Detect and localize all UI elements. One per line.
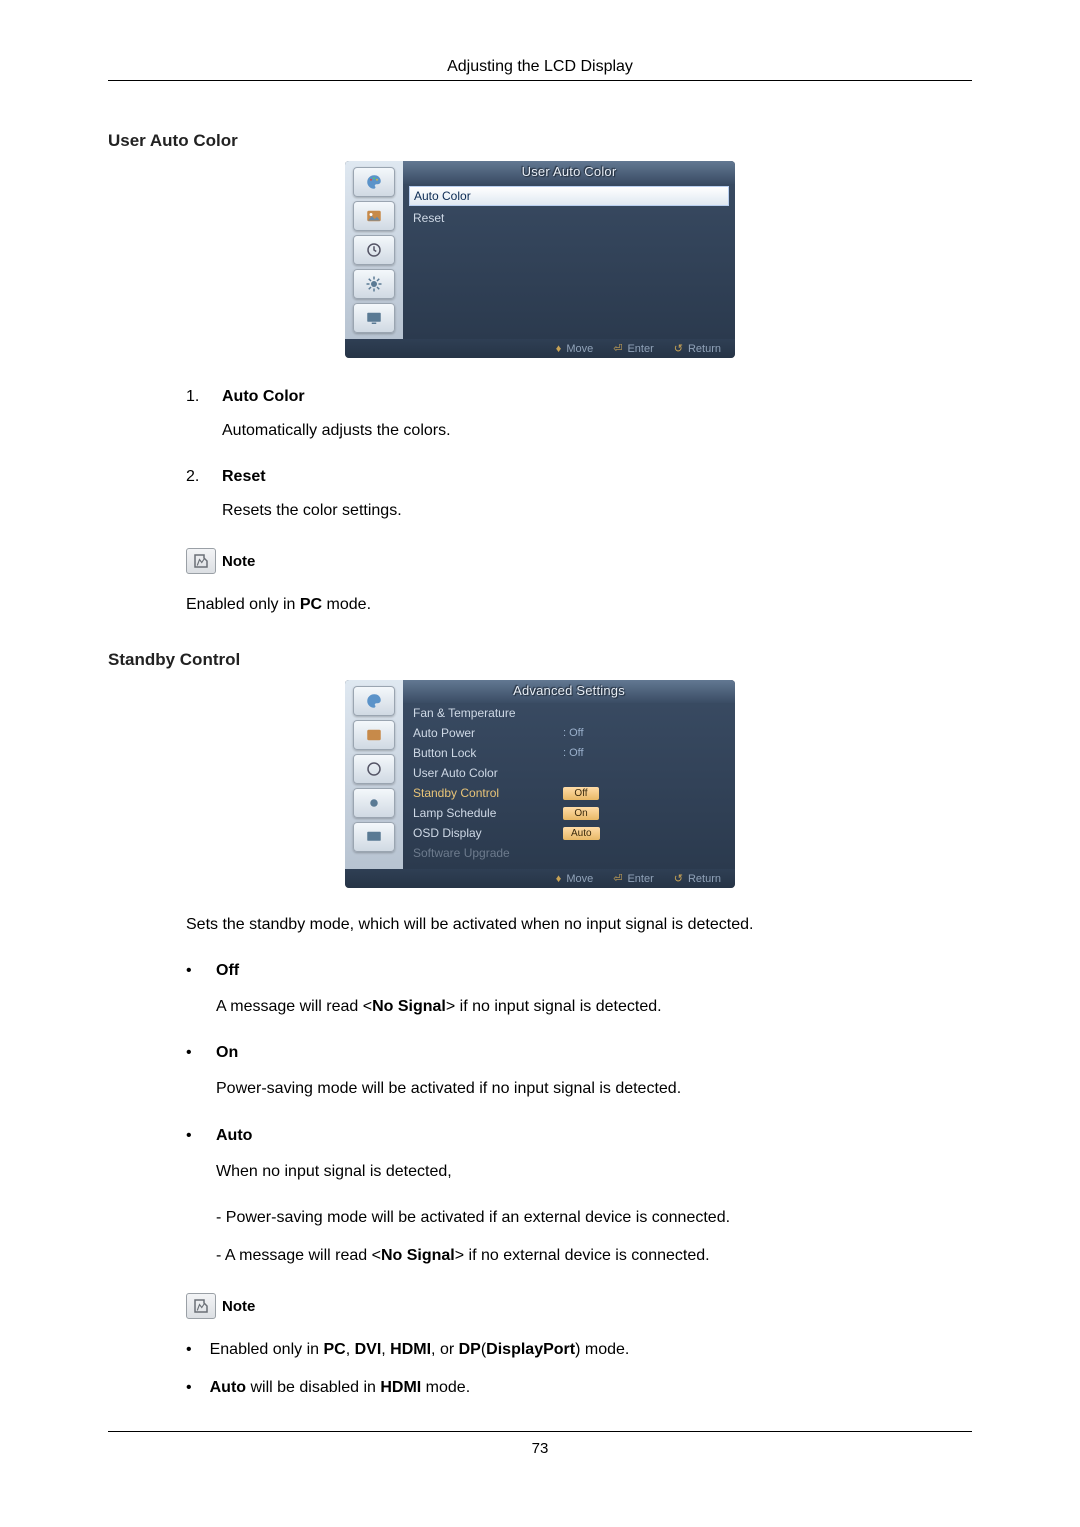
osd-hints: ♦Move ⏎Enter ↺Return bbox=[345, 339, 735, 358]
item-reset-title: Reset bbox=[222, 468, 266, 486]
osd-sidebar bbox=[345, 680, 403, 869]
clock-icon bbox=[353, 754, 395, 784]
osd-row-software-upgrade: Software Upgrade bbox=[403, 843, 735, 863]
osd-row-standby-control[interactable]: Standby ControlOff bbox=[403, 783, 735, 803]
page-header: Adjusting the LCD Display bbox=[108, 58, 972, 81]
monitor-icon bbox=[353, 303, 395, 333]
osd-sidebar bbox=[345, 161, 403, 339]
bullet-on-body: Power-saving mode will be activated if n… bbox=[216, 1078, 972, 1100]
list-item: •Auto When no input signal is detected, … bbox=[186, 1127, 972, 1265]
item-auto-color-body: Automatically adjusts the colors. bbox=[222, 422, 972, 440]
palette-icon bbox=[353, 686, 395, 716]
list-item: •On Power-saving mode will be activated … bbox=[186, 1044, 972, 1100]
bullet-auto-body: When no input signal is detected, bbox=[216, 1161, 972, 1183]
osd-hints: ♦Move ⏎Enter ↺Return bbox=[345, 869, 735, 888]
note-label: Note bbox=[222, 1298, 255, 1315]
return-icon: ↺ bbox=[674, 342, 683, 355]
note-icon bbox=[186, 548, 216, 574]
osd-row-auto-color[interactable]: Auto Color bbox=[409, 186, 729, 206]
osd-row-user-auto-color[interactable]: User Auto Color bbox=[403, 763, 735, 783]
enter-icon: ⏎ bbox=[613, 342, 622, 355]
updown-icon: ♦ bbox=[556, 873, 562, 885]
updown-icon: ♦ bbox=[556, 343, 562, 355]
bullet-off-body: A message will read <No Signal> if no in… bbox=[216, 996, 972, 1018]
note-list-item: • Enabled only in PC, DVI, HDMI, or DP(D… bbox=[186, 1341, 972, 1359]
item-auto-color-title: Auto Color bbox=[222, 388, 305, 406]
osd-title: User Auto Color bbox=[403, 161, 735, 184]
osd-advanced-settings: Advanced Settings Fan & Temperature Auto… bbox=[345, 680, 735, 888]
page-number: 73 bbox=[108, 1431, 972, 1457]
standby-intro: Sets the standby mode, which will be act… bbox=[186, 916, 972, 934]
osd-row-fan[interactable]: Fan & Temperature bbox=[403, 703, 735, 723]
bullet-auto-sub2: - A message will read <No Signal> if no … bbox=[216, 1247, 972, 1265]
image-icon bbox=[353, 201, 395, 231]
osd-row-reset[interactable]: Reset bbox=[403, 208, 735, 228]
osd-row-button-lock[interactable]: Button Lock: Off bbox=[403, 743, 735, 763]
note-list-item: • Auto will be disabled in HDMI mode. bbox=[186, 1379, 972, 1397]
image-icon bbox=[353, 720, 395, 750]
section-user-auto-color-title: User Auto Color bbox=[108, 131, 972, 151]
bullet-on-title: On bbox=[216, 1044, 238, 1062]
note-label: Note bbox=[222, 553, 255, 570]
list-item: 1. Auto Color Automatically adjusts the … bbox=[186, 388, 972, 440]
return-icon: ↺ bbox=[674, 872, 683, 885]
osd-row-auto-power[interactable]: Auto Power: Off bbox=[403, 723, 735, 743]
list-item: 2. Reset Resets the color settings. bbox=[186, 468, 972, 520]
bullet-auto-title: Auto bbox=[216, 1127, 252, 1145]
palette-icon bbox=[353, 167, 395, 197]
item-reset-body: Resets the color settings. bbox=[222, 502, 972, 520]
gear-icon bbox=[353, 788, 395, 818]
enter-icon: ⏎ bbox=[613, 872, 622, 885]
monitor-icon bbox=[353, 822, 395, 852]
section-standby-control-title: Standby Control bbox=[108, 650, 972, 670]
bullet-off-title: Off bbox=[216, 962, 239, 980]
bullet-auto-sub1: - Power-saving mode will be activated if… bbox=[216, 1209, 972, 1227]
note-icon bbox=[186, 1293, 216, 1319]
osd-row-lamp-schedule[interactable]: Lamp ScheduleOn bbox=[403, 803, 735, 823]
clock-icon bbox=[353, 235, 395, 265]
note-text: Enabled only in PC mode. bbox=[186, 596, 972, 614]
osd-row-osd-display[interactable]: OSD DisplayAuto bbox=[403, 823, 735, 843]
gear-icon bbox=[353, 269, 395, 299]
osd-user-auto-color: User Auto Color Auto Color Reset ♦Move ⏎… bbox=[345, 161, 735, 358]
list-item: •Off A message will read <No Signal> if … bbox=[186, 962, 972, 1018]
osd-title: Advanced Settings bbox=[403, 680, 735, 703]
